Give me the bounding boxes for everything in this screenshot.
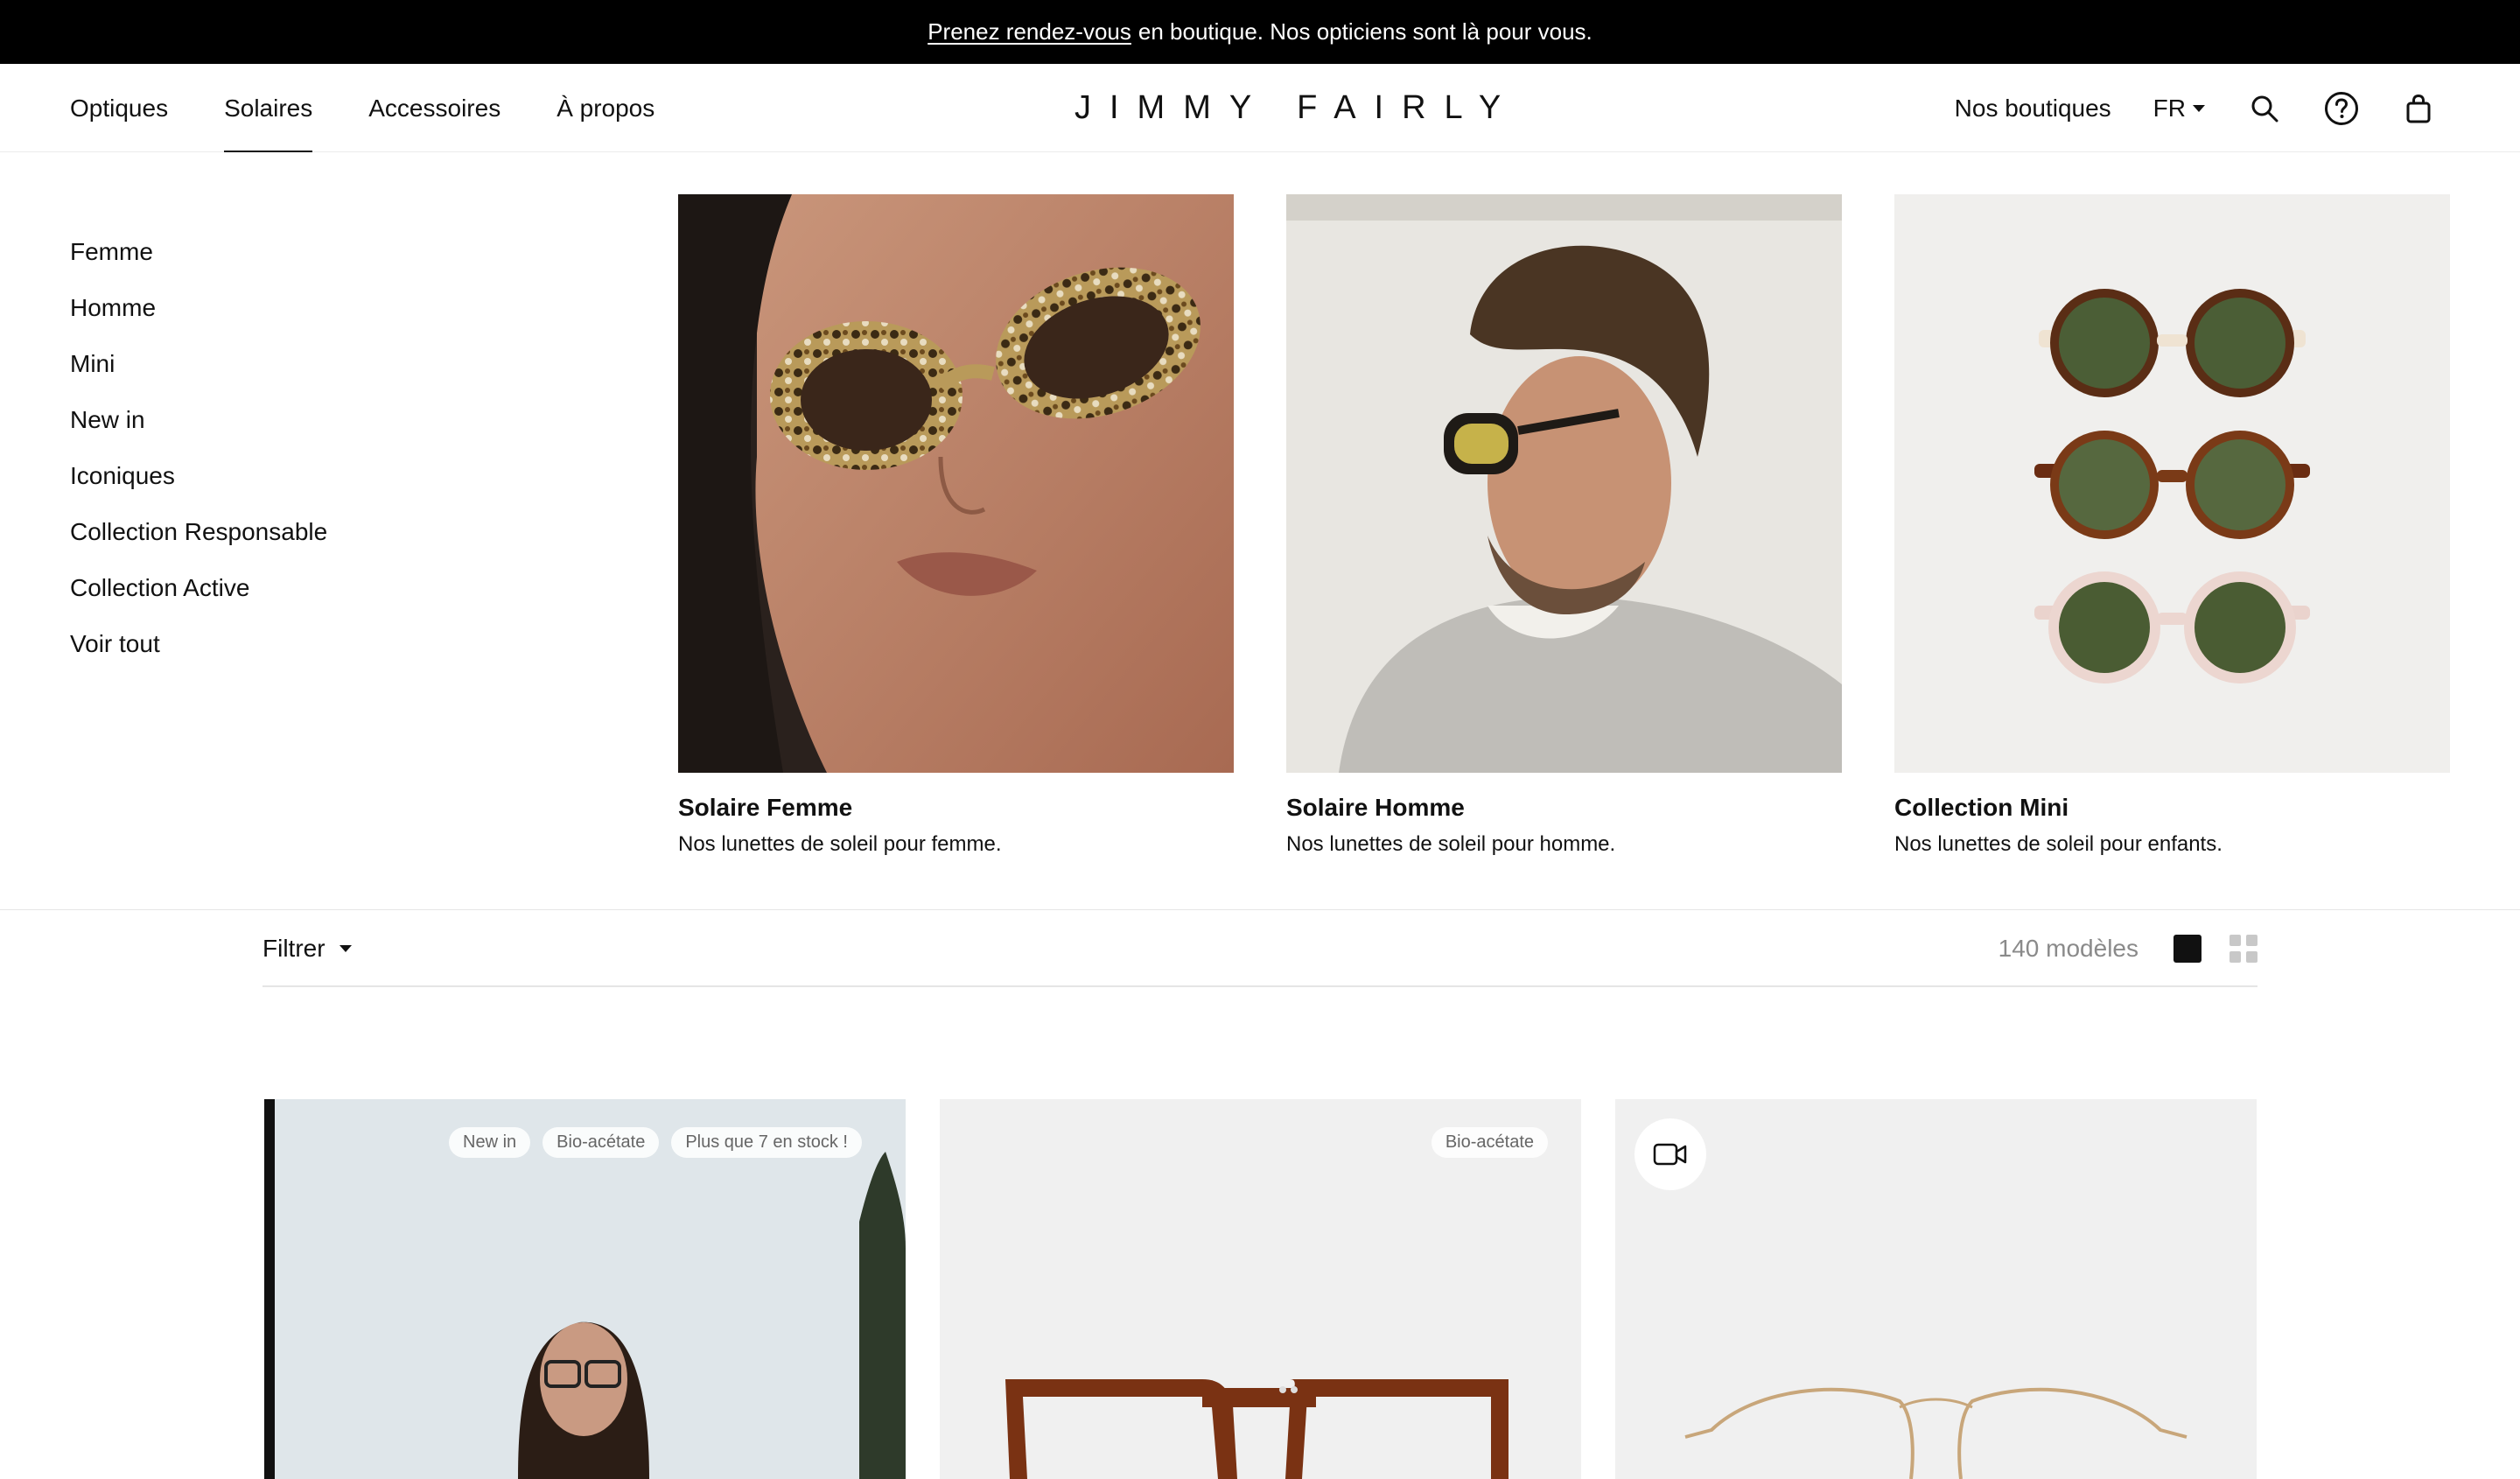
product-badges: Bio-acétate <box>1431 1127 1548 1158</box>
product-card[interactable]: Bio-acétate <box>940 1099 1581 1479</box>
video-camera-icon[interactable] <box>1634 1118 1706 1190</box>
mega-menu-links: Femme Homme Mini New in Iconiques Collec… <box>70 235 327 683</box>
announcement-text: en boutique. Nos opticiens sont là pour … <box>1138 18 1592 45</box>
badge-bio-acetate: Bio-acétate <box>542 1127 660 1158</box>
menu-link-collection-responsable[interactable]: Collection Responsable <box>70 515 327 571</box>
product-card[interactable] <box>1615 1099 2257 1479</box>
grid-view-icon[interactable] <box>2230 935 2258 963</box>
announcement-bar: Prenez rendez-vous en boutique. Nos opti… <box>0 0 2520 64</box>
card-subtitle: Nos lunettes de soleil pour femme. <box>678 832 1002 856</box>
search-icon[interactable] <box>2247 91 2282 126</box>
menu-link-mini[interactable]: Mini <box>70 347 327 403</box>
card-title[interactable]: Collection Mini <box>1894 794 2450 822</box>
menu-link-collection-active[interactable]: Collection Active <box>70 571 327 627</box>
nav-item-optiques[interactable]: Optiques <box>70 64 168 152</box>
collection-mini-image[interactable] <box>1894 194 2450 773</box>
menu-link-new-in[interactable]: New in <box>70 403 327 459</box>
filter-button[interactable]: Filtrer <box>262 910 352 987</box>
nav-item-accessoires[interactable]: Accessoires <box>368 64 500 152</box>
card-title[interactable]: Solaire Homme <box>1286 794 1842 822</box>
nav-item-solaires[interactable]: Solaires <box>224 64 313 153</box>
badge-bio-acetate: Bio-acétate <box>1431 1127 1548 1158</box>
bag-icon[interactable] <box>2401 91 2436 126</box>
solaire-femme-image[interactable] <box>678 194 1234 773</box>
menu-link-femme[interactable]: Femme <box>70 235 327 291</box>
menu-link-iconiques[interactable]: Iconiques <box>70 459 327 515</box>
menu-link-homme[interactable]: Homme <box>70 291 327 347</box>
card-title[interactable]: Solaire Femme <box>678 794 1234 822</box>
solaire-homme-image[interactable] <box>1286 194 1842 773</box>
menu-card-solaire-femme[interactable]: Solaire Femme Nos lunettes de soleil pou… <box>678 194 1234 857</box>
product-badges: New in Bio-acétate Plus que 7 en stock ! <box>449 1127 862 1158</box>
nav-item-a-propos[interactable]: À propos <box>556 64 654 152</box>
stores-link[interactable]: Nos boutiques <box>1955 95 2111 123</box>
language-label: FR <box>2152 94 2186 122</box>
card-subtitle: Nos lunettes de soleil pour enfants. <box>1894 832 2222 856</box>
product-card[interactable]: New in Bio-acétate Plus que 7 en stock ! <box>264 1099 906 1479</box>
menu-card-collection-mini[interactable]: Collection Mini Nos lunettes de soleil p… <box>1894 194 2450 857</box>
badge-new-in: New in <box>449 1127 531 1158</box>
language-selector[interactable]: FR <box>2153 95 2205 123</box>
filter-label: Filtrer <box>262 935 326 962</box>
help-icon[interactable] <box>2324 91 2359 126</box>
badge-stock: Plus que 7 en stock ! <box>671 1127 862 1158</box>
product-count: 140 modèles <box>1998 935 2138 962</box>
caret-down-icon <box>339 945 352 952</box>
brand-logo[interactable]: JIMMY FAIRLY <box>1074 64 1519 152</box>
product-toolbar: Filtrer 140 modèles <box>262 910 2258 987</box>
single-view-icon[interactable] <box>2174 935 2202 963</box>
menu-link-voir-tout[interactable]: Voir tout <box>70 627 327 683</box>
header-actions: Nos boutiques FR <box>1955 64 2436 152</box>
appointment-link[interactable]: Prenez rendez-vous <box>928 18 1131 46</box>
site-header: Optiques Solaires Accessoires À propos J… <box>0 64 2520 153</box>
mega-menu-solaires: Femme Homme Mini New in Iconiques Collec… <box>0 152 2520 910</box>
chevron-down-icon <box>2193 104 2205 112</box>
menu-card-solaire-homme[interactable]: Solaire Homme Nos lunettes de soleil pou… <box>1286 194 1842 857</box>
product-image[interactable] <box>1615 1099 2257 1479</box>
main-nav: Optiques Solaires Accessoires À propos <box>70 64 654 153</box>
card-subtitle: Nos lunettes de soleil pour homme. <box>1286 832 1616 856</box>
